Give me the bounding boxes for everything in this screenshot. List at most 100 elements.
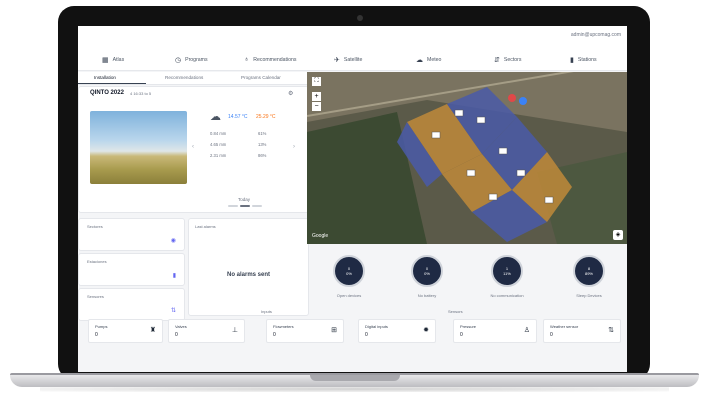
target-icon: ◉ — [170, 238, 176, 244]
nav-label: Meteo — [427, 57, 442, 63]
sensor-card-digital-inputs[interactable]: Digital inputs 0 ✹ — [358, 319, 436, 343]
nav-satellite[interactable]: ✈ Satellite — [334, 56, 362, 64]
clock-icon: ◷ — [175, 57, 182, 64]
stat-label: No battery — [417, 293, 437, 298]
day-pager[interactable] — [228, 205, 264, 207]
tab-programs-calendar[interactable]: Programs Calendar — [241, 75, 281, 80]
stat-label: Sleep Devices — [576, 293, 602, 298]
settings-icon[interactable]: ⚙ — [288, 90, 293, 97]
weather-rows: 0.84 mm 61% 4.65 mm 13% 2.31 mm 86% — [210, 131, 285, 171]
nav-meteo[interactable]: ☁ Meteo — [416, 56, 441, 64]
no-alarms-text: No alarms sent — [226, 272, 271, 278]
stat-circle: 0 0% — [411, 255, 443, 287]
day-label: Today — [238, 197, 251, 202]
flowmeter-icon: ⊞ — [331, 327, 337, 334]
sensor-value: 0 — [175, 332, 178, 338]
nav-label: Stations — [577, 57, 597, 63]
webcam — [357, 15, 363, 21]
stat-0: 0 0% Open devices — [321, 255, 377, 298]
nav-recommendations[interactable]: ♁ Recommendations — [244, 56, 297, 63]
nav-label: Atlas — [112, 57, 125, 63]
sensor-value: 0 — [95, 332, 98, 338]
sensor-card-valves[interactable]: Valves 0 ⊥ — [168, 319, 245, 343]
sensor-label: Weather sensor — [550, 324, 579, 329]
stat-circle: 8 89% — [573, 255, 605, 287]
stat-3: 8 89% Sleep Devices — [561, 255, 617, 298]
app-screen: admin@upcomag.com ▦ Atlas ◷ Programs ♁ Recomm… — [78, 26, 627, 372]
stat-label: No communication — [490, 293, 524, 298]
nav-atlas[interactable]: ▦ Atlas — [102, 56, 124, 64]
sensor-label: Pressure — [460, 324, 477, 329]
nav-stations[interactable]: ▮ Stations — [570, 56, 597, 64]
atlas-icon: ▦ — [102, 57, 109, 64]
stat-percent: 0% — [346, 271, 352, 276]
sensor-value: 0 — [460, 332, 463, 338]
weather-icon: ☁ — [416, 57, 423, 64]
fullscreen-icon[interactable]: ⛶ — [312, 77, 321, 86]
temp-max: 25.29 °C — [256, 114, 276, 120]
weather-value-right: 86% — [258, 153, 267, 158]
satellite-icon: ✈ — [334, 57, 340, 64]
stat-circle: 0 0% — [333, 255, 365, 287]
satellite-map[interactable]: ⛶ + − Google ◈ — [307, 72, 627, 244]
layers-icon[interactable]: ◈ — [613, 230, 623, 240]
nav-label: Programs — [185, 57, 208, 63]
sensor-label: Digital inputs — [365, 324, 388, 329]
nav-label: Recommendations — [253, 56, 297, 63]
zoom-out-button[interactable]: − — [312, 102, 321, 111]
stat-1: 0 0% No battery — [399, 255, 455, 298]
chevron-left-icon[interactable]: ‹ — [192, 144, 194, 150]
weather-value-left: 4.65 mm — [210, 142, 227, 147]
section-sensors: Sensors — [448, 309, 463, 314]
stat-percent: 0% — [424, 271, 430, 276]
card-sectores[interactable]: Sectores ◉ — [78, 218, 185, 251]
nav-programs[interactable]: ◷ Programs — [175, 56, 208, 64]
alarms-card: Last alarms No alarms sent — [188, 218, 309, 316]
nav-sectors[interactable]: ⇵ Sectors — [494, 56, 521, 64]
stations-icon: ▮ — [570, 57, 574, 64]
sensor-label: Valves — [175, 324, 187, 329]
alarms-title: Last alarms — [195, 224, 216, 229]
section-inputs: Inputs — [261, 309, 272, 314]
nav-label: Sectors — [503, 57, 522, 63]
cloud-icon: ☁ — [210, 111, 221, 123]
stat-circle: 1 11% — [491, 255, 523, 287]
stat-2: 1 11% No communication — [479, 255, 535, 298]
sectors-icon: ⇵ — [494, 57, 500, 64]
weather-value-right: 61% — [258, 131, 267, 136]
weather-sensor-icon: ⇅ — [608, 327, 614, 334]
sensor-label: Flowmeters — [273, 324, 294, 329]
station-icon: ▮ — [172, 273, 176, 279]
sensor-label: Pumps — [95, 324, 108, 329]
tabs: Installation Recommendations Programs Ca… — [78, 72, 307, 85]
pump-icon: ♜ — [149, 327, 156, 334]
card-estaciones[interactable]: Estaciones ▮ — [78, 253, 185, 286]
tab-installation[interactable]: Installation — [94, 75, 116, 80]
sensor-value: 0 — [365, 332, 368, 338]
card-sensores[interactable]: Sensores ⇅ — [78, 288, 185, 321]
laptop-notch — [310, 375, 400, 381]
user-email[interactable]: admin@upcomag.com — [571, 32, 621, 38]
sensor-card-flowmeters[interactable]: Flowmeters 0 ⊞ — [266, 319, 344, 343]
sensor-value: 0 — [273, 332, 276, 338]
sensor-card-pressure[interactable]: Pressure 0 ♙ — [453, 319, 537, 343]
stat-label: Open devices — [336, 293, 362, 298]
stat-percent: 89% — [584, 271, 593, 276]
lightbulb-icon: ♁ — [244, 56, 250, 63]
sensor-icon: ⇅ — [170, 308, 176, 314]
weather-value-left: 0.84 mm — [210, 131, 227, 136]
field-photo — [90, 111, 187, 184]
digital-icon: ✹ — [423, 327, 429, 334]
installation-title: QINTO 2022 — [90, 90, 124, 96]
map-attribution: Google — [312, 233, 329, 239]
sensor-value: 0 — [550, 332, 553, 338]
zoom-in-button[interactable]: + — [312, 92, 321, 101]
pressure-icon: ♙ — [523, 327, 530, 334]
weather-value-right: 13% — [258, 142, 267, 147]
sensor-card-pumps[interactable]: Pumps 0 ♜ — [88, 319, 163, 343]
map-canvas — [307, 72, 627, 244]
sensor-card-weather-sensor[interactable]: Weather sensor 0 ⇅ — [543, 319, 621, 343]
tab-recommendations[interactable]: Recommendations — [165, 75, 203, 80]
chevron-right-icon[interactable]: › — [293, 144, 295, 150]
main-nav: ▦ Atlas ◷ Programs ♁ Recommendations ✈ Satellit… — [78, 48, 627, 71]
